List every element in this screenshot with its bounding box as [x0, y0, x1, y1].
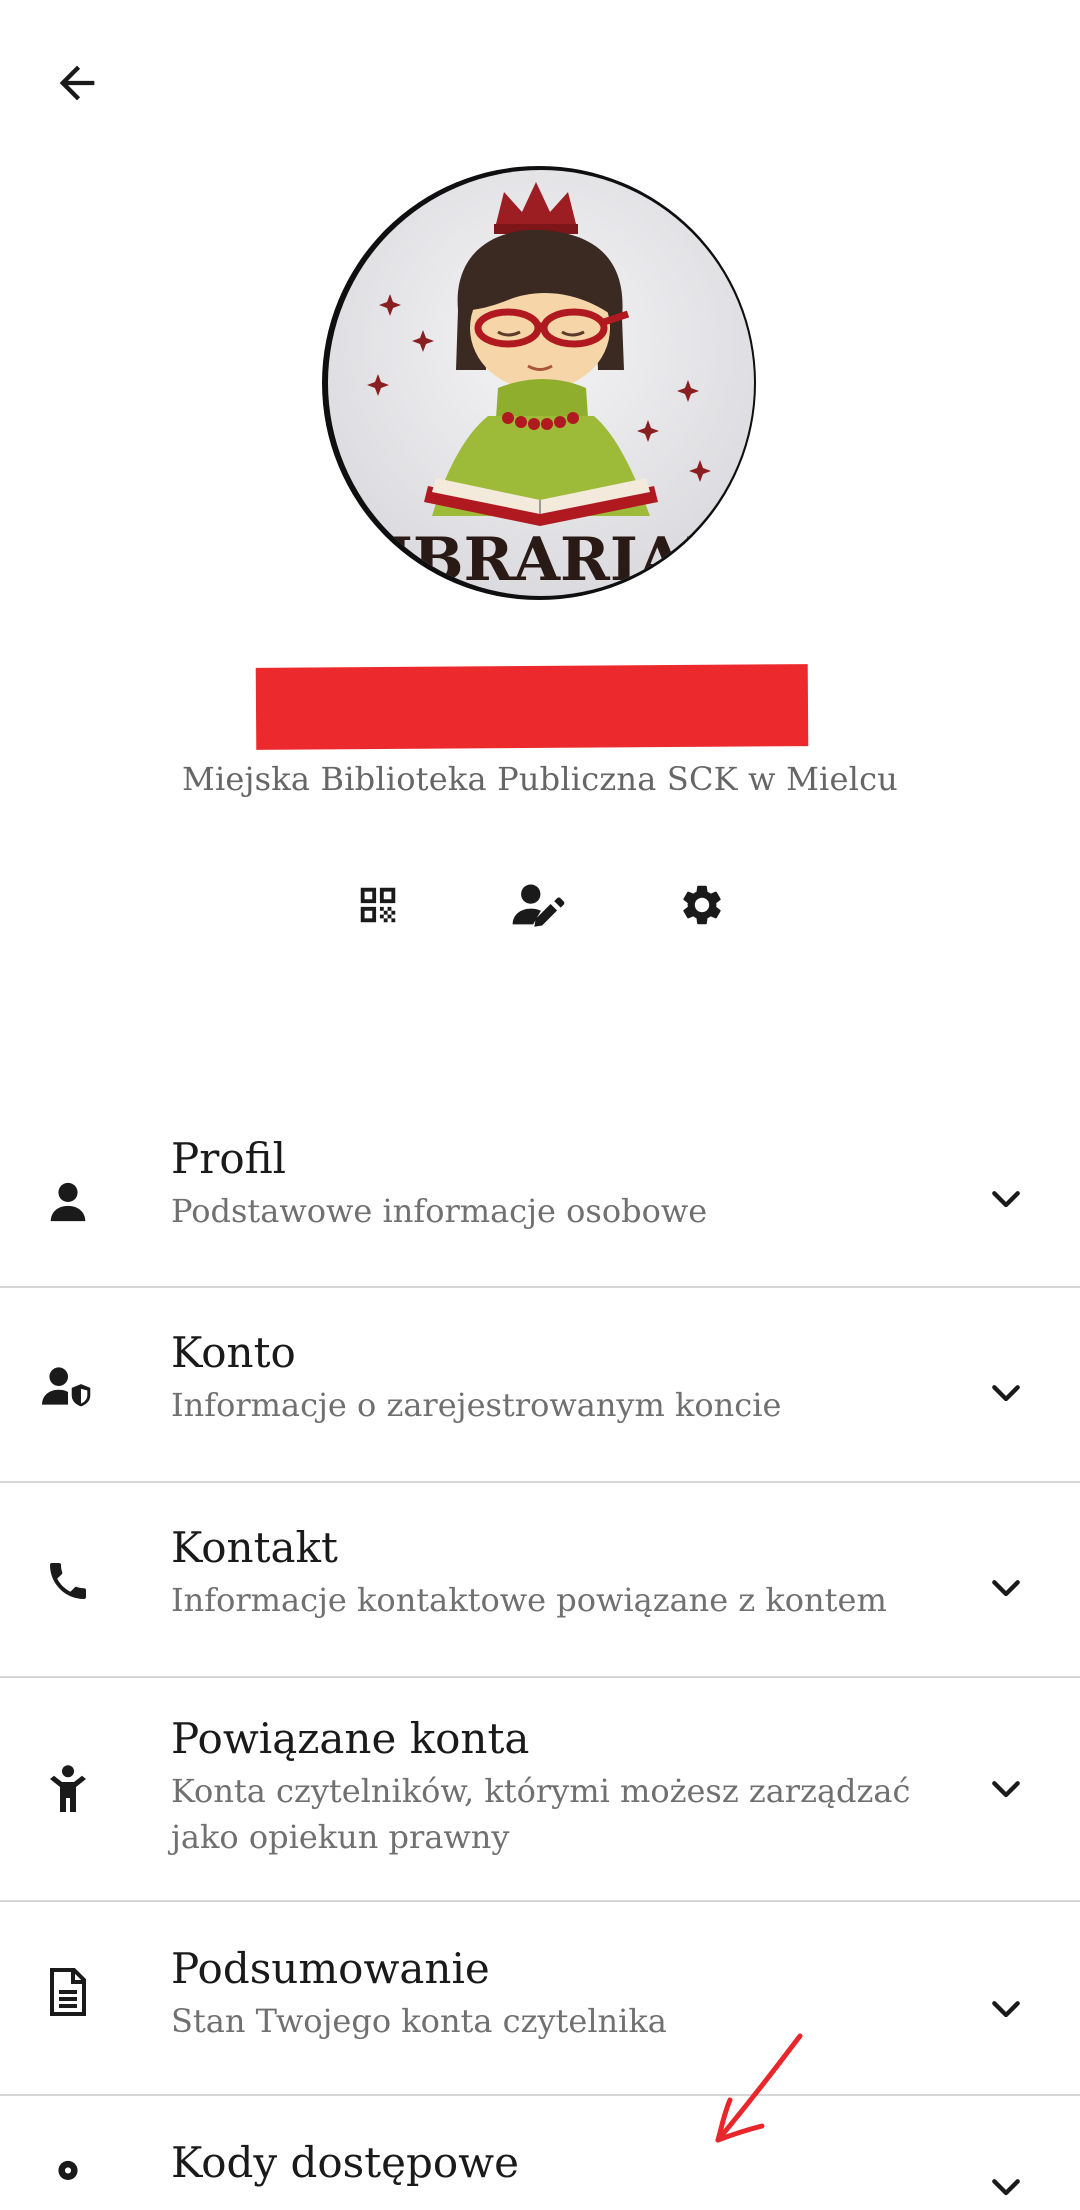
- key-person-icon: [42, 2154, 94, 2206]
- chevron-down-icon[interactable]: [984, 1988, 1028, 2032]
- qr-code-icon: [360, 887, 396, 923]
- gear-icon: [683, 885, 721, 925]
- menu-item-title: Profil: [171, 1134, 287, 1183]
- menu-item-subtitle: Informacje o zarejestrowanym koncie: [171, 1386, 782, 1424]
- arrow-left-icon: [59, 65, 95, 101]
- settings-button[interactable]: [672, 875, 732, 935]
- library-name: Miejska Biblioteka Publiczna SCK w Mielc…: [181, 760, 898, 798]
- menu-item-subtitle: Podstawowe informacje osobowe: [171, 1192, 708, 1230]
- menu-item-subtitle: Konta czytelników, którymi możesz zarząd…: [171, 1772, 911, 1856]
- menu-item-kontakt[interactable]: Kontakt Informacje kontaktowe powiązane …: [0, 1483, 1080, 1678]
- menu-item-konto[interactable]: Konto Informacje o zarejestrowanym konci…: [0, 1288, 1080, 1483]
- avatar-text: LIBRARIAN: [343, 525, 740, 595]
- chevron-down-icon[interactable]: [984, 1567, 1028, 1611]
- child-icon: [42, 1764, 94, 1816]
- menu-item-title: Kontakt: [171, 1523, 338, 1572]
- document-icon: [42, 1966, 94, 2018]
- redacted-name: [255, 664, 809, 750]
- menu-item-powiazane-konta[interactable]: Powiązane konta Konta czytelników, który…: [0, 1678, 1080, 1902]
- menu-item-title: Podsumowanie: [171, 1944, 490, 1993]
- chevron-down-icon[interactable]: [984, 1178, 1028, 1222]
- menu-item-title: Konto: [171, 1328, 296, 1377]
- edit-user-button[interactable]: [508, 875, 568, 935]
- person-icon: [42, 1176, 94, 1228]
- edit-user-icon: [512, 884, 565, 927]
- qr-code-button[interactable]: [348, 875, 408, 935]
- chevron-down-icon[interactable]: [984, 1372, 1028, 1416]
- menu-item-profil[interactable]: Profil Podstawowe informacje osobowe: [0, 1114, 1080, 1288]
- menu-item-subtitle: Informacje kontaktowe powiązane z kontem: [171, 1581, 887, 1619]
- avatar[interactable]: LIBRARIAN: [322, 166, 756, 600]
- avatar-image: LIBRARIAN: [328, 170, 754, 596]
- menu-item-kody-dostepowe[interactable]: Kody dostępowe: [0, 2096, 1080, 2196]
- menu-item-podsumowanie[interactable]: Podsumowanie Stan Twojego konta czytelni…: [0, 1902, 1080, 2096]
- chevron-down-icon[interactable]: [984, 2166, 1028, 2210]
- menu-item-title: Powiązane konta: [171, 1714, 530, 1763]
- phone-icon: [42, 1555, 94, 1607]
- user-shield-icon: [42, 1360, 94, 1412]
- annotation-arrow-icon: [715, 2033, 803, 2143]
- chevron-down-icon[interactable]: [984, 1768, 1028, 1812]
- back-button[interactable]: [44, 50, 110, 116]
